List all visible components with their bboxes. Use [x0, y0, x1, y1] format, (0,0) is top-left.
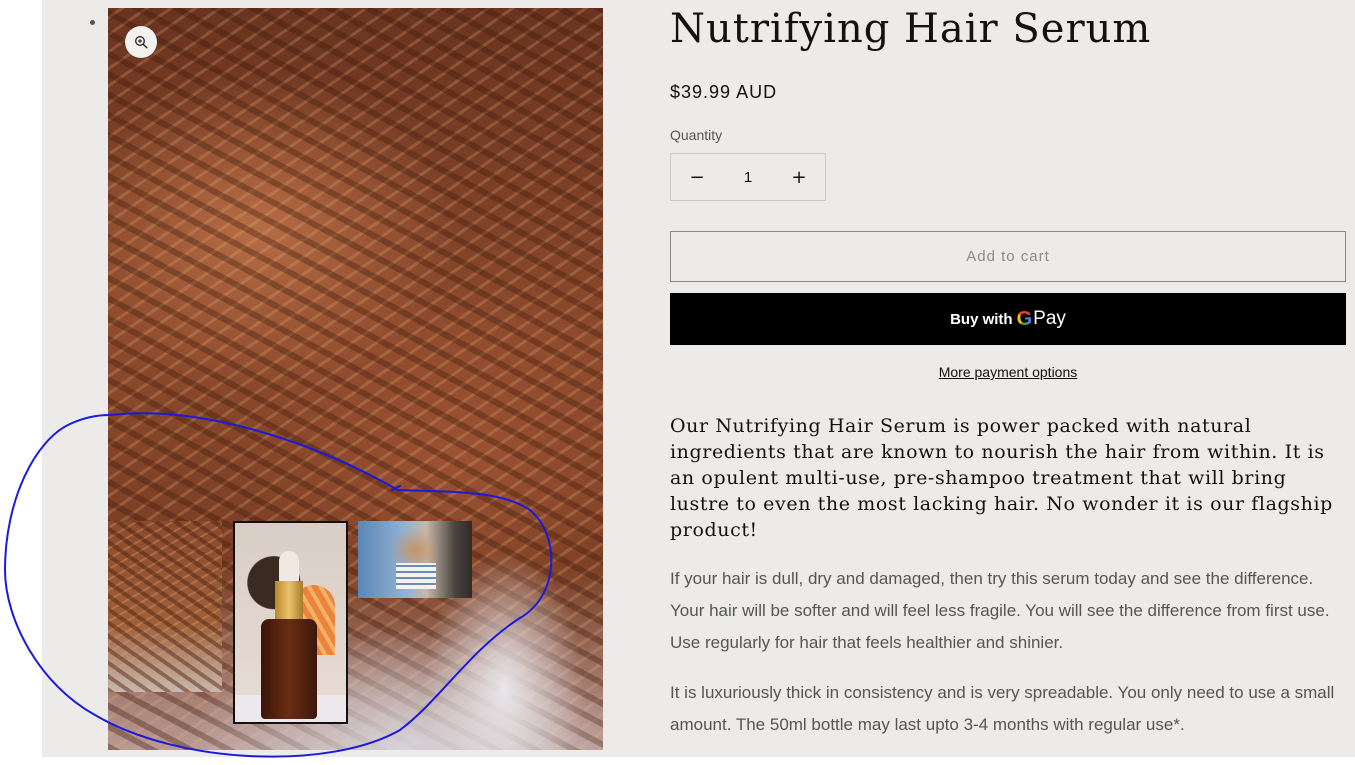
dropper-collar [275, 581, 303, 621]
more-payment-options-link[interactable]: More payment options [670, 364, 1346, 380]
curly-hair-thumbnail[interactable] [108, 521, 222, 692]
buy-with-gpay-button[interactable]: Buy with G Pay [670, 293, 1346, 345]
description-lead: Our Nutrifying Hair Serum is power packe… [670, 415, 1333, 541]
product-price: $39.99 AUD [670, 82, 778, 102]
quantity-label: Quantity [670, 127, 723, 143]
product-title: Nutrifying Hair Serum [670, 6, 1152, 52]
serum-bottle [261, 619, 317, 719]
gpay-buy-with-label: Buy with [950, 310, 1013, 328]
zoom-in-icon [135, 36, 148, 49]
gpay-pay-label: Pay [1033, 308, 1066, 329]
google-g-icon: G [1016, 307, 1033, 330]
striped-scarf [396, 563, 436, 589]
serum-bottle-thumbnail[interactable] [233, 521, 348, 724]
quantity-stepper: − + [670, 153, 826, 201]
hair-outdoors-thumbnail[interactable] [358, 521, 472, 598]
add-to-cart-button[interactable]: Add to cart [670, 231, 1346, 282]
quantity-increase-button[interactable]: + [773, 154, 825, 200]
zoom-button[interactable] [125, 26, 157, 58]
dropper-bulb [279, 551, 299, 583]
quantity-decrease-button[interactable]: − [671, 154, 723, 200]
gallery-bullet [90, 20, 95, 25]
quantity-input[interactable] [723, 157, 773, 197]
description-paragraph-3: It is luxuriously thick in consistency a… [670, 683, 1335, 734]
description-paragraph-2: If your hair is dull, dry and damaged, t… [670, 569, 1330, 652]
